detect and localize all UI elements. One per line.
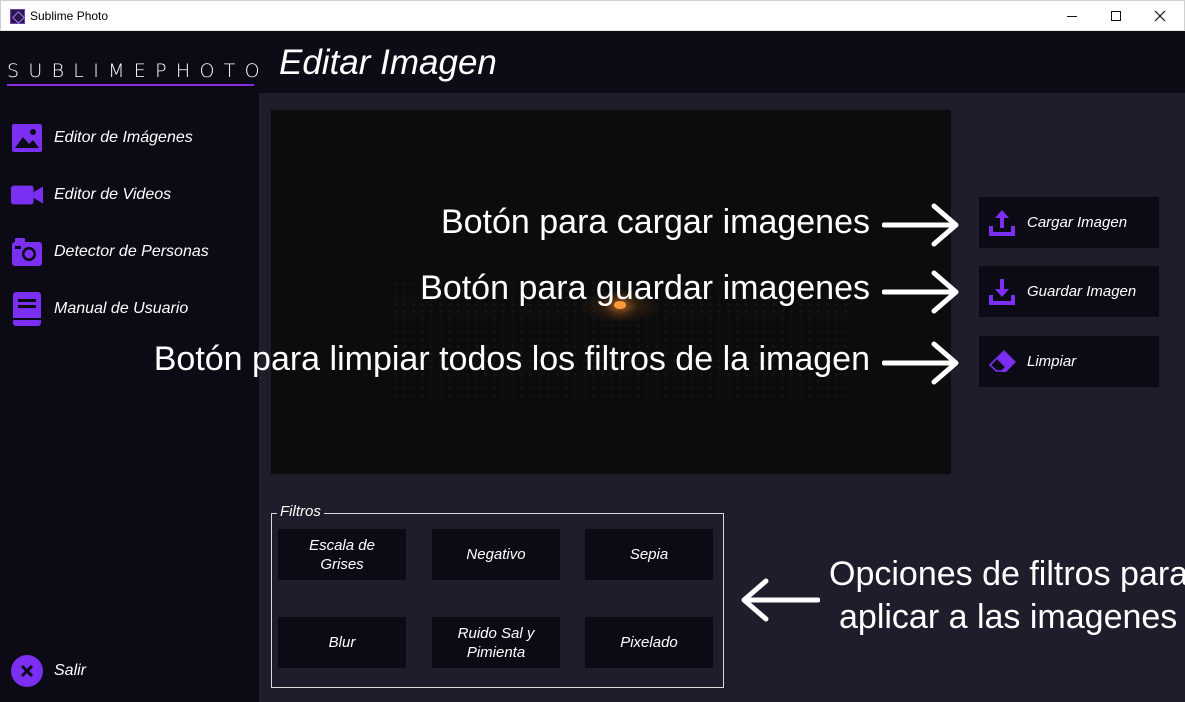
annotation-filters-line2: aplicar a las imagenes: [839, 598, 1178, 636]
save-image-button[interactable]: Guardar Imagen: [979, 266, 1159, 317]
sidebar-item-label: Detector de Personas: [54, 243, 209, 260]
sidebar-item-person-detector[interactable]: Detector de Personas: [11, 234, 251, 270]
arrow-right-icon: [882, 270, 959, 314]
annotation-filters-line1: Opciones de filtros para: [829, 555, 1185, 593]
annotation-clear: Botón para limpiar todos los filtros de …: [153, 340, 870, 378]
annotation-load: Botón para cargar imagenes: [440, 203, 870, 241]
filter-negative-button[interactable]: Negativo: [432, 529, 560, 580]
minimize-icon: [1067, 15, 1077, 17]
sidebar-item-label: Editor de Imágenes: [54, 129, 193, 146]
book-icon: [11, 292, 43, 326]
brand-logo-text: SUBLIMEPHOTO: [7, 60, 269, 82]
window-titlebar: Sublime Photo: [0, 0, 1185, 31]
arrow-right-icon: [882, 341, 959, 385]
arrow-left-icon: [741, 578, 820, 622]
clear-filters-label: Limpiar: [1027, 353, 1077, 370]
arrow-right-icon: [882, 203, 959, 247]
eraser-icon: [987, 347, 1017, 377]
maximize-icon: [1111, 11, 1121, 21]
load-image-label: Cargar Imagen: [1027, 214, 1128, 231]
clear-filters-button[interactable]: Limpiar: [979, 336, 1159, 387]
upload-icon: [987, 208, 1017, 238]
filters-legend: Filtros: [277, 503, 324, 520]
filter-grayscale-button[interactable]: Escala de Grises: [278, 529, 406, 580]
exit-label: Salir: [54, 662, 87, 679]
page-header: Editar Imagen: [259, 31, 1185, 93]
filter-blur-button[interactable]: Blur: [278, 617, 406, 668]
camera-icon: [11, 236, 43, 268]
close-button[interactable]: [1138, 1, 1182, 31]
sidebar-item-label: Manual de Usuario: [54, 300, 189, 317]
annotation-save: Botón para guardar imagenes: [420, 269, 870, 307]
save-image-label: Guardar Imagen: [1027, 283, 1137, 300]
close-icon: [1154, 10, 1166, 22]
sidebar-item-label: Editor de Videos: [54, 186, 172, 203]
video-camera-icon: [11, 179, 43, 211]
window-title: Sublime Photo: [30, 9, 109, 23]
exit-button[interactable]: Salir: [11, 655, 86, 687]
page-title: Editar Imagen: [279, 43, 497, 82]
sidebar-item-video-editor[interactable]: Editor de Videos: [11, 177, 251, 213]
filter-salt-pepper-button[interactable]: Ruido Sal y Pimienta: [432, 617, 560, 668]
sidebar-item-user-manual[interactable]: Manual de Usuario: [11, 291, 251, 327]
image-icon: [11, 122, 43, 154]
download-icon: [987, 277, 1017, 307]
exit-x-icon: [11, 655, 43, 687]
filter-pixelate-button[interactable]: Pixelado: [585, 617, 713, 668]
app-logo-icon: [10, 9, 25, 24]
brand-underline: [7, 84, 254, 86]
maximize-button[interactable]: [1094, 1, 1138, 31]
minimize-button[interactable]: [1050, 1, 1094, 31]
filter-sepia-button[interactable]: Sepia: [585, 529, 713, 580]
sidebar-item-image-editor[interactable]: Editor de Imágenes: [11, 120, 251, 156]
load-image-button[interactable]: Cargar Imagen: [979, 197, 1159, 248]
